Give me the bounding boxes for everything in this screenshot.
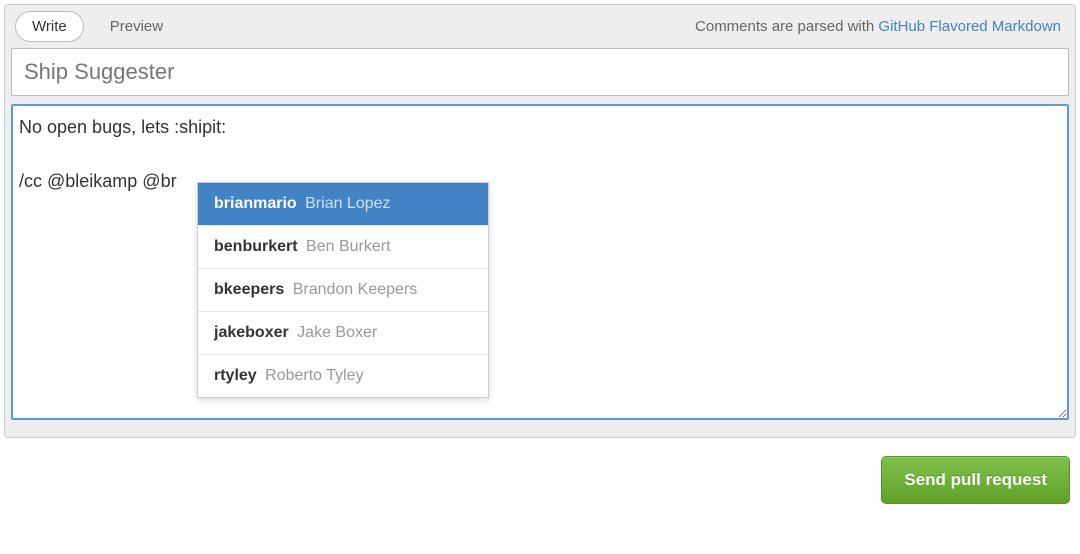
autocomplete-fullname: Brandon Keepers bbox=[288, 281, 417, 298]
send-pull-request-button[interactable]: Send pull request bbox=[881, 456, 1070, 504]
fields: No open bugs, lets :shipit: /cc @bleikam… bbox=[5, 46, 1075, 437]
mention-autocomplete: brianmario Brian Lopezbenburkert Ben Bur… bbox=[197, 182, 489, 398]
body-textarea[interactable]: No open bugs, lets :shipit: /cc @bleikam… bbox=[11, 104, 1069, 420]
body-wrapper: No open bugs, lets :shipit: /cc @bleikam… bbox=[11, 104, 1069, 425]
autocomplete-item[interactable]: jakeboxer Jake Boxer bbox=[198, 312, 488, 355]
title-input[interactable] bbox=[11, 48, 1069, 96]
tabs-bar: Write Preview Comments are parsed with G… bbox=[5, 5, 1075, 46]
autocomplete-fullname: Brian Lopez bbox=[301, 195, 391, 212]
autocomplete-username: rtyley bbox=[214, 367, 257, 384]
markdown-hint: Comments are parsed with GitHub Flavored… bbox=[695, 18, 1065, 35]
markdown-link[interactable]: GitHub Flavored Markdown bbox=[878, 18, 1061, 35]
autocomplete-username: bkeepers bbox=[214, 281, 284, 298]
form-footer: Send pull request bbox=[4, 438, 1076, 512]
autocomplete-item[interactable]: rtyley Roberto Tyley bbox=[198, 355, 488, 397]
autocomplete-username: brianmario bbox=[214, 195, 297, 212]
autocomplete-fullname: Jake Boxer bbox=[293, 324, 377, 341]
tab-preview[interactable]: Preview bbox=[94, 12, 179, 41]
autocomplete-item[interactable]: brianmario Brian Lopez bbox=[198, 183, 488, 226]
autocomplete-fullname: Ben Burkert bbox=[302, 238, 391, 255]
autocomplete-username: jakeboxer bbox=[214, 324, 289, 341]
comment-form: Write Preview Comments are parsed with G… bbox=[4, 4, 1076, 438]
autocomplete-fullname: Roberto Tyley bbox=[261, 367, 364, 384]
autocomplete-username: benburkert bbox=[214, 238, 298, 255]
tab-write[interactable]: Write bbox=[15, 11, 84, 42]
autocomplete-item[interactable]: bkeepers Brandon Keepers bbox=[198, 269, 488, 312]
hint-prefix: Comments are parsed with bbox=[695, 18, 878, 35]
autocomplete-item[interactable]: benburkert Ben Burkert bbox=[198, 226, 488, 269]
